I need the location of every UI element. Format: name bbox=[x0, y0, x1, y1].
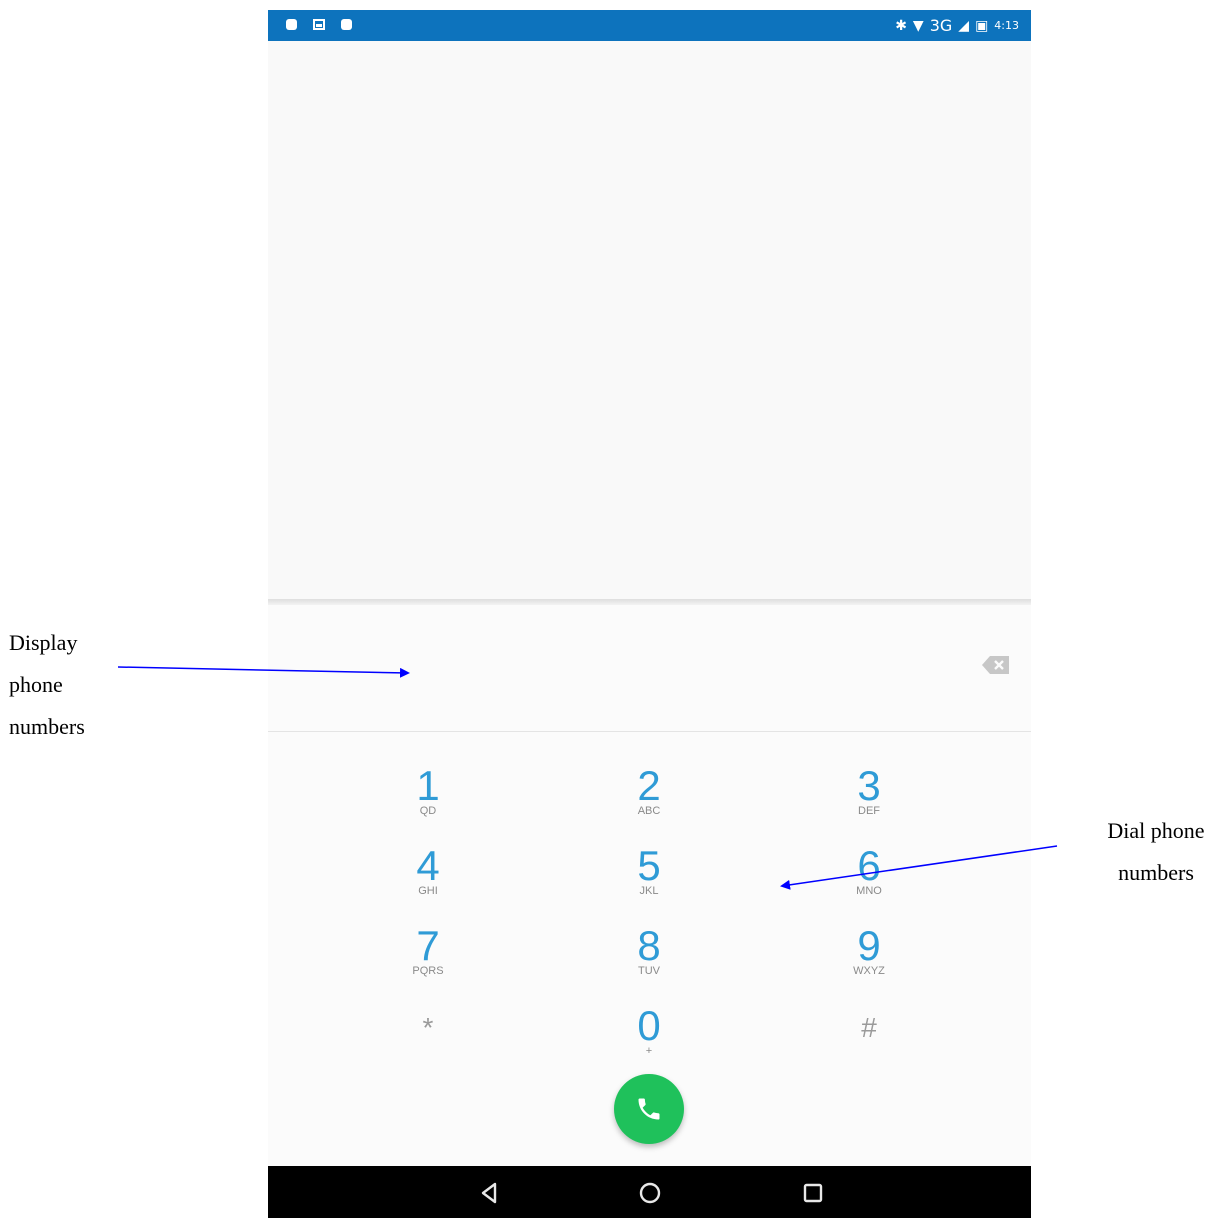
dialpad-key-0[interactable]: 0 + bbox=[589, 1000, 709, 1076]
key-symbol: # bbox=[861, 1012, 877, 1043]
home-circle-icon[interactable] bbox=[637, 1180, 663, 1206]
dialpad-key-pound[interactable]: # bbox=[809, 1000, 929, 1076]
key-digit: 4 bbox=[416, 842, 440, 889]
key-digit: 6 bbox=[857, 842, 881, 889]
key-letters: QD bbox=[419, 805, 437, 817]
android-notification-icon bbox=[341, 19, 352, 30]
display-annotation-line1: Display bbox=[9, 630, 78, 655]
key-digit: 1 bbox=[416, 762, 440, 809]
key-digit: 5 bbox=[637, 842, 661, 889]
digits-field[interactable] bbox=[268, 605, 1031, 732]
key-symbol: * bbox=[422, 1012, 434, 1043]
dialpad-key-8[interactable]: 8 TUV bbox=[589, 920, 709, 996]
call-button[interactable] bbox=[614, 1074, 684, 1144]
recents-square-icon[interactable] bbox=[800, 1180, 826, 1206]
key-letters: JKL bbox=[639, 885, 659, 897]
display-annotation-line2: phone bbox=[9, 672, 63, 697]
dialpad: 1 QD 2 ABC 3 DEF 4 GHI 5 JKL 6 MNO 7 PQR… bbox=[268, 732, 1031, 1166]
key-digit: 7 bbox=[416, 922, 440, 969]
image-notification-icon bbox=[313, 19, 325, 30]
key-digit: 9 bbox=[857, 922, 881, 969]
network-type: 3G bbox=[929, 16, 953, 35]
status-bar: ✱ ▼ 3G ◢ ▣ 4:13 bbox=[268, 10, 1031, 41]
dialpad-key-star[interactable]: * bbox=[368, 1000, 488, 1076]
results-area bbox=[268, 41, 1031, 599]
back-triangle-icon[interactable] bbox=[476, 1180, 502, 1206]
key-letters: TUV bbox=[638, 965, 660, 977]
wifi-icon: ▼ bbox=[912, 17, 924, 34]
key-letters: WXYZ bbox=[853, 965, 885, 977]
signal-icon: ◢ bbox=[958, 17, 970, 34]
key-letters: + bbox=[645, 1045, 653, 1057]
dialpad-key-9[interactable]: 9 WXYZ bbox=[809, 920, 929, 996]
battery-icon: ▣ bbox=[975, 17, 989, 34]
backspace-icon[interactable] bbox=[981, 655, 1011, 675]
dialpad-key-7[interactable]: 7 PQRS bbox=[368, 920, 488, 996]
clock: 4:13 bbox=[994, 19, 1019, 32]
dialpad-key-6[interactable]: 6 MNO bbox=[809, 840, 929, 916]
notification-icon bbox=[286, 19, 297, 30]
key-letters: DEF bbox=[858, 805, 880, 817]
dialpad-key-1[interactable]: 1 QD bbox=[368, 760, 488, 836]
navigation-bar bbox=[268, 1166, 1031, 1218]
key-letters: PQRS bbox=[412, 965, 444, 977]
key-digit: 0 bbox=[637, 1002, 661, 1049]
key-digit: 3 bbox=[857, 762, 881, 809]
dial-annotation-line2: numbers bbox=[1118, 860, 1194, 885]
key-digit: 2 bbox=[637, 762, 661, 809]
key-letters: ABC bbox=[637, 805, 661, 817]
page: Display phone numbers Dial phone numbers… bbox=[0, 0, 1227, 1218]
dialpad-key-5[interactable]: 5 JKL bbox=[589, 840, 709, 916]
dialpad-key-2[interactable]: 2 ABC bbox=[589, 760, 709, 836]
phone-screen: ✱ ▼ 3G ◢ ▣ 4:13 1 QD 2 ABC 3 DEF 4 GHI 5… bbox=[268, 10, 1031, 1218]
dial-annotation: Dial phone numbers bbox=[1094, 810, 1218, 894]
bluetooth-icon: ✱ bbox=[895, 17, 907, 34]
notification-icons bbox=[286, 19, 352, 30]
dial-annotation-line1: Dial phone bbox=[1107, 818, 1205, 843]
display-annotation: Display phone numbers bbox=[9, 622, 85, 748]
display-annotation-line3: numbers bbox=[9, 714, 85, 739]
key-letters: MNO bbox=[856, 885, 882, 897]
key-digit: 8 bbox=[637, 922, 661, 969]
system-icons: ✱ ▼ 3G ◢ ▣ 4:13 bbox=[895, 16, 1019, 35]
dialpad-key-3[interactable]: 3 DEF bbox=[809, 760, 929, 836]
dialpad-key-4[interactable]: 4 GHI bbox=[368, 840, 488, 916]
key-letters: GHI bbox=[418, 885, 438, 897]
phone-icon bbox=[638, 1098, 660, 1120]
